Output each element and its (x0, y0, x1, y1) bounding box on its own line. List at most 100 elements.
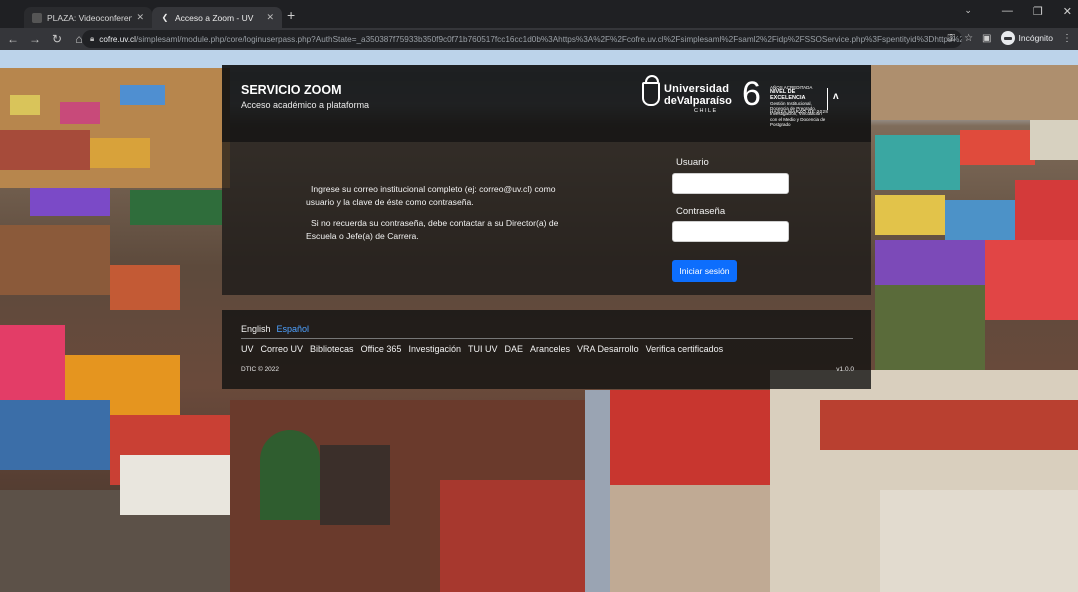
lock-icon[interactable]: 🔒︎ (90, 34, 94, 44)
url-path: /simplesaml/module.php/core/loginuserpas… (135, 34, 962, 44)
close-icon[interactable]: ✕ (266, 12, 274, 23)
house (30, 188, 110, 216)
login-footer: English Español UV Correo UV Bibliotecas… (222, 310, 871, 389)
reload-icon[interactable]: ↻ (48, 32, 66, 46)
house (875, 240, 985, 285)
footer-link-aranceles[interactable]: Aranceles (530, 344, 570, 354)
house (10, 95, 40, 115)
house (120, 455, 230, 515)
uv-logo-line3: CHILE (694, 108, 718, 114)
cna-mark-icon: ʌ (833, 91, 839, 102)
house (875, 195, 945, 235)
back-icon[interactable]: ← (4, 32, 22, 46)
star-icon[interactable]: ☆ (964, 33, 973, 44)
accreditation-line2: NIVEL DE EXCELENCIA (770, 89, 806, 101)
house (945, 200, 1015, 240)
roofs (820, 400, 1078, 450)
close-window-icon[interactable]: ✕ (1063, 5, 1072, 18)
copyright: DTIC © 2022 (241, 366, 280, 373)
uv-logo[interactable]: Universidad deValparaíso CHILE (642, 75, 732, 117)
loading-icon: ❮ (161, 13, 169, 22)
browser-tab-strip: PLAZA: Videoconferencia de esc ✕ ❮ Acces… (0, 0, 1078, 28)
house (960, 130, 1035, 165)
red-building (610, 390, 770, 485)
menu-icon[interactable]: ⋮ (1062, 33, 1072, 44)
tab-plaza[interactable]: PLAZA: Videoconferencia de esc ✕ (24, 7, 152, 28)
footer-link-office365[interactable]: Office 365 (361, 344, 402, 354)
uv-shield-icon (642, 82, 660, 106)
house (1015, 180, 1078, 240)
version: v1.0.0 (836, 366, 854, 373)
footer-link-dae[interactable]: DAE (505, 344, 524, 354)
footer-link-correo[interactable]: Correo UV (261, 344, 304, 354)
login-body: Ingrese su correo institucional completo… (222, 142, 871, 295)
tab-search-icon[interactable]: ⌄ (964, 5, 972, 18)
accreditation-line3: Gestión Institucional, Docencia de Pregr… (770, 100, 826, 128)
new-tab-button[interactable]: + (287, 8, 295, 22)
toolbar-actions: ⚿ ☆ ▣ Incógnito ⋮ (947, 31, 1072, 45)
url-host: cofre.uv.cl (99, 34, 136, 44)
footer-link-vra[interactable]: VRA Desarrollo (577, 344, 639, 354)
language-spanish-link[interactable]: Español (277, 324, 310, 334)
close-icon[interactable]: ✕ (136, 12, 144, 23)
key-icon[interactable]: ⚿ (947, 33, 955, 44)
footer-links: UV Correo UV Bibliotecas Office 365 Inve… (241, 344, 723, 354)
footer-link-tui[interactable]: TUI UV (468, 344, 498, 354)
house (0, 130, 90, 170)
browser-toolbar: ← → ↻ ⌂ 🔒︎ cofre.uv.cl/simplesaml/module… (0, 28, 1078, 50)
accreditation-logo: 6 AÑOS ACREDITADA NIVEL DE EXCELENCIA Ge… (742, 75, 854, 127)
username-field[interactable] (672, 173, 789, 194)
house (0, 225, 110, 295)
tab-title: Acceso a Zoom - UV (175, 12, 254, 23)
language-switcher: English Español (241, 324, 309, 334)
house (0, 325, 65, 400)
tree (320, 445, 390, 525)
uv-logo-line2: deValparaíso (664, 95, 732, 107)
forward-icon[interactable]: → (26, 32, 44, 46)
accreditation-until: HASTA MARZO DE 2028 (770, 109, 829, 114)
page-background: SERVICIO ZOOM Acceso académico a platafo… (0, 50, 1078, 592)
house (60, 102, 100, 124)
login-button[interactable]: Iniciar sesión (672, 260, 737, 282)
language-english-link[interactable]: English (241, 324, 271, 334)
hillside-left (0, 68, 230, 188)
footer-link-bibliotecas[interactable]: Bibliotecas (310, 344, 354, 354)
window-controls: ⌄ — ❐ ✕ (964, 5, 1072, 18)
hillside-right (870, 65, 1078, 120)
building (880, 490, 1078, 592)
side-panel-icon[interactable]: ▣ (982, 33, 991, 44)
footer-link-certificados[interactable]: Verifica certificados (646, 344, 724, 354)
accreditation-label: AÑOS ACREDITADA NIVEL DE EXCELENCIA Gest… (770, 85, 830, 127)
footer-link-investigacion[interactable]: Investigación (408, 344, 461, 354)
minimize-icon[interactable]: — (1002, 5, 1013, 18)
uv-dome-icon (645, 75, 659, 82)
footer-link-uv[interactable]: UV (241, 344, 254, 354)
house (1030, 120, 1078, 160)
uv-logo-line1: Universidad (664, 83, 730, 95)
site-favicon-icon (32, 12, 42, 23)
password-label: Contraseña (676, 206, 726, 217)
divider (241, 338, 853, 339)
palm-tree (260, 430, 320, 520)
divider (827, 88, 828, 110)
service-subtitle: Acceso académico a plataforma (241, 100, 370, 110)
house (110, 265, 180, 310)
incognito-icon (1000, 31, 1015, 45)
accreditation-years: 6 (742, 75, 761, 113)
trees (130, 190, 222, 225)
tab-title: PLAZA: Videoconferencia de esc (47, 12, 133, 23)
tab-zoom[interactable]: ❮ Acceso a Zoom - UV ✕ (152, 7, 282, 28)
house (985, 240, 1078, 320)
service-title: SERVICIO ZOOM (241, 83, 342, 97)
password-field[interactable] (672, 221, 789, 242)
trees (875, 285, 985, 370)
login-header: SERVICIO ZOOM Acceso académico a platafo… (222, 65, 871, 142)
address-bar[interactable]: 🔒︎ cofre.uv.cl/simplesaml/module.php/cor… (82, 30, 962, 48)
incognito-indicator[interactable]: Incógnito (1000, 31, 1054, 45)
house (0, 400, 110, 470)
house (90, 138, 150, 168)
incognito-label: Incógnito (1018, 33, 1054, 43)
restore-icon[interactable]: ❐ (1033, 5, 1043, 18)
instruction-text: Si no recuerda su contraseña, debe conta… (306, 218, 559, 241)
house (875, 135, 960, 190)
